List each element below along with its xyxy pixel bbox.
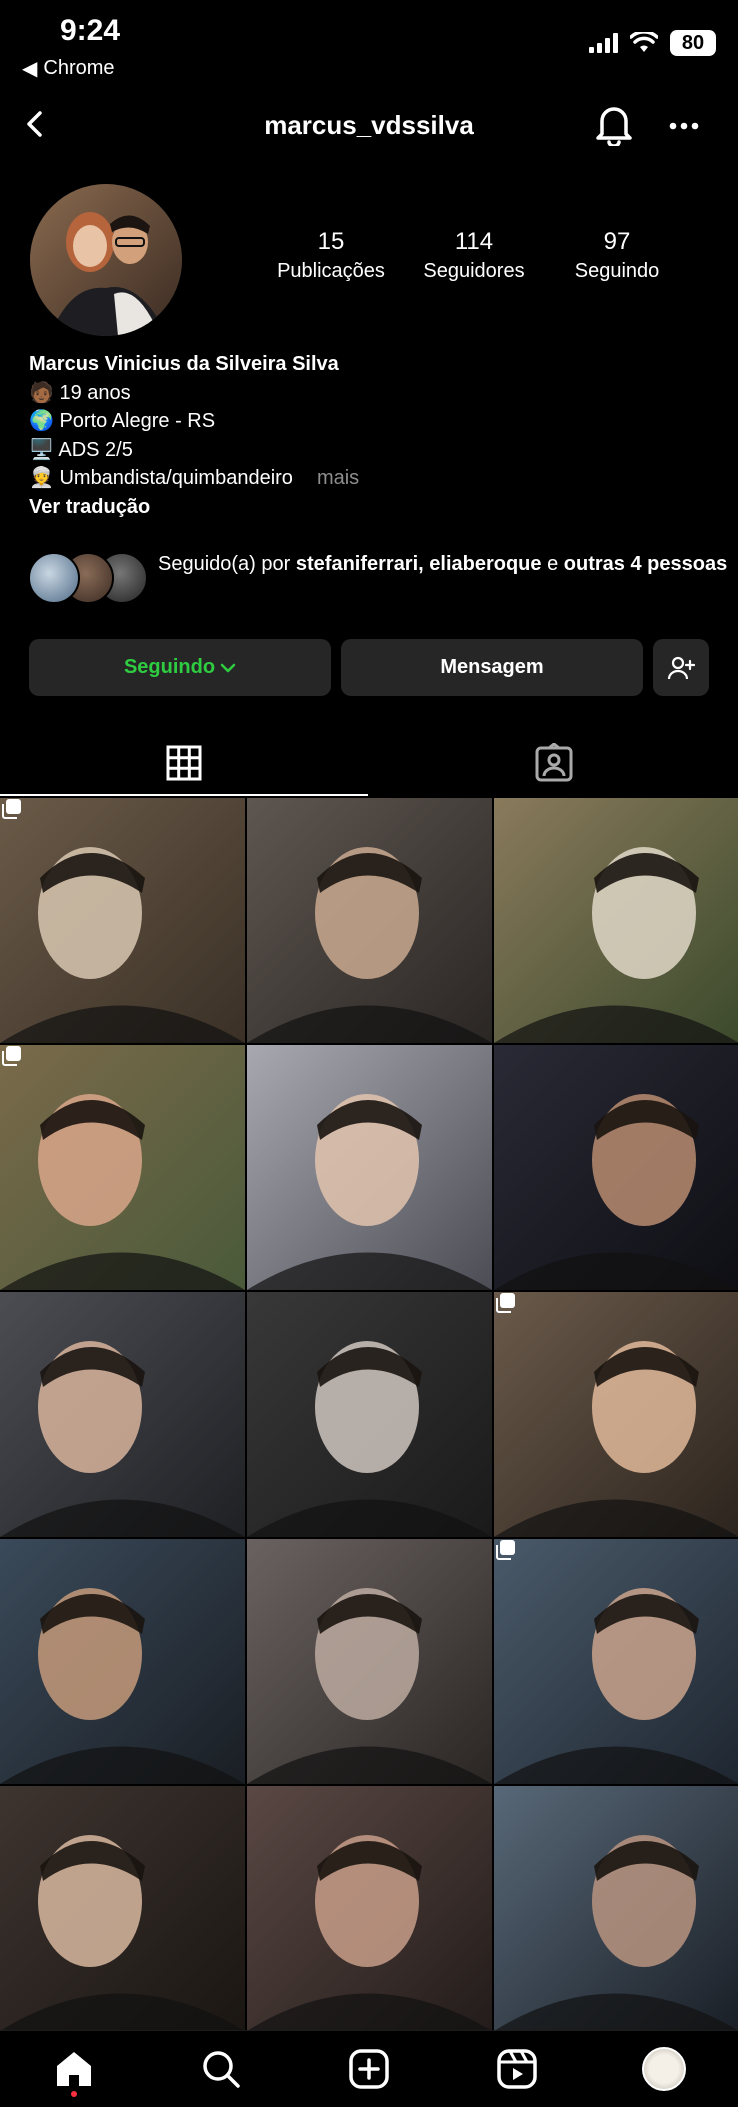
post-thumbnail[interactable]	[247, 1045, 492, 1290]
post-image	[494, 1539, 738, 1784]
post-image	[0, 798, 245, 1043]
post-image	[247, 1045, 492, 1290]
stat-posts-label: Publicações	[277, 260, 385, 282]
post-thumbnail[interactable]	[494, 1292, 738, 1537]
stat-followers[interactable]: 114 Seguidores	[408, 228, 540, 283]
carousel-icon	[1, 1046, 21, 1066]
nav-create[interactable]	[339, 2039, 399, 2099]
post-thumbnail[interactable]	[0, 1045, 245, 1290]
stat-following[interactable]: 97 Seguindo	[552, 228, 682, 283]
carousel-icon	[496, 1540, 515, 1560]
carousel-icon	[496, 1293, 515, 1313]
following-button[interactable]: Seguindo	[29, 639, 331, 696]
nav-search[interactable]	[191, 2039, 251, 2099]
post-image	[494, 1786, 738, 2031]
stat-followers-count: 114	[454, 228, 494, 255]
bottom-nav	[0, 2030, 738, 2107]
post-thumbnail[interactable]	[247, 1786, 492, 2031]
back-to-app-link[interactable]: ◀ Chrome	[22, 56, 115, 81]
post-image	[494, 1292, 738, 1537]
post-image	[0, 1539, 245, 1784]
followed-by-row[interactable]: Seguido(a) por stefaniferrari, eliaberoq…	[28, 552, 738, 604]
grid-icon	[166, 745, 202, 781]
status-time: 9:24	[60, 14, 121, 47]
post-thumbnail[interactable]	[247, 798, 492, 1043]
wifi-icon	[630, 32, 658, 52]
post-thumbnail[interactable]	[247, 1539, 492, 1784]
add-user-button[interactable]	[653, 639, 709, 696]
post-thumbnail[interactable]	[0, 1292, 245, 1537]
bio-line-religion: 👳 Umbandista/quimbandeiro mais	[29, 464, 359, 493]
bio-line-age: 🧑🏾 19 anos	[29, 381, 131, 404]
post-thumbnail[interactable]	[494, 798, 738, 1043]
stat-following-label: Seguindo	[574, 260, 660, 282]
search-icon	[203, 2051, 241, 2088]
post-thumbnail[interactable]	[494, 1786, 738, 2031]
tab-posts-grid[interactable]	[0, 730, 368, 796]
post-thumbnail[interactable]	[0, 798, 245, 1043]
post-image	[247, 798, 492, 1043]
profile-avatar[interactable]	[30, 184, 182, 336]
notification-dot	[70, 2091, 77, 2097]
post-thumbnail[interactable]	[0, 1786, 245, 2031]
profile-full-name: Marcus Vinicius da Silveira Silva	[29, 353, 339, 375]
profile-icon	[642, 2047, 687, 2091]
status-icons: 80	[589, 30, 716, 56]
post-thumbnail[interactable]	[0, 1539, 245, 1784]
stat-followers-label: Seguidores	[423, 260, 525, 282]
back-triangle-icon: ◀	[22, 58, 38, 80]
chevron-down-icon	[220, 663, 236, 672]
bio-line-religion-text: 👳 Umbandista/quimbandeiro	[29, 467, 293, 490]
message-button[interactable]: Mensagem	[341, 639, 643, 696]
more-horizontal-icon[interactable]	[668, 112, 700, 140]
see-translation-link[interactable]: Ver tradução	[29, 493, 359, 522]
followed-by-rest: outras 4 pessoas	[563, 553, 728, 575]
profile-bio: Marcus Vinicius da Silveira Silva 🧑🏾 19 …	[29, 350, 359, 522]
signal-icon	[589, 33, 618, 53]
tagged-icon	[535, 743, 573, 782]
followed-by-prefix: Seguido(a) por	[158, 553, 296, 575]
post-image	[247, 1292, 492, 1537]
posts-grid	[0, 798, 738, 2031]
active-tab-indicator	[0, 794, 368, 796]
post-thumbnail[interactable]	[247, 1292, 492, 1537]
followed-by-text: Seguido(a) por stefaniferrari, eliaberoq…	[158, 550, 738, 579]
message-button-label: Mensagem	[440, 656, 544, 678]
followed-by-conj: e	[541, 553, 564, 575]
add-user-icon	[667, 656, 695, 679]
create-icon	[349, 2049, 389, 2089]
followed-by-users: stefaniferrari, eliaberoque	[295, 553, 542, 575]
home-icon	[56, 2052, 91, 2086]
stat-posts-count: 15	[317, 228, 345, 255]
post-image	[247, 1539, 492, 1784]
bell-icon[interactable]	[594, 102, 634, 146]
post-image	[0, 1292, 245, 1537]
battery-indicator: 80	[670, 30, 716, 56]
post-image	[247, 1786, 492, 2031]
post-image	[0, 1786, 245, 2031]
post-thumbnail[interactable]	[494, 1539, 738, 1784]
nav-reels[interactable]	[487, 2039, 547, 2099]
carousel-icon	[1, 799, 21, 819]
stat-posts[interactable]: 15 Publicações	[266, 228, 396, 283]
follower-avatars	[28, 552, 148, 604]
following-button-label: Seguindo	[123, 656, 216, 678]
back-app-label: Chrome	[43, 57, 115, 79]
post-image	[494, 798, 738, 1043]
bio-line-location: 🌍 Porto Alegre - RS	[29, 410, 216, 433]
stat-following-count: 97	[603, 228, 631, 255]
post-image	[0, 1045, 245, 1290]
post-thumbnail[interactable]	[494, 1045, 738, 1290]
reels-icon	[496, 2049, 537, 2089]
post-image	[494, 1045, 738, 1290]
nav-home[interactable]	[44, 2039, 104, 2099]
nav-profile[interactable]	[634, 2039, 694, 2099]
avatar	[28, 552, 80, 604]
bio-line-course: 🖥️ ADS 2/5	[29, 438, 133, 461]
tab-tagged[interactable]	[370, 730, 738, 796]
bio-more-link[interactable]: mais	[317, 467, 359, 489]
